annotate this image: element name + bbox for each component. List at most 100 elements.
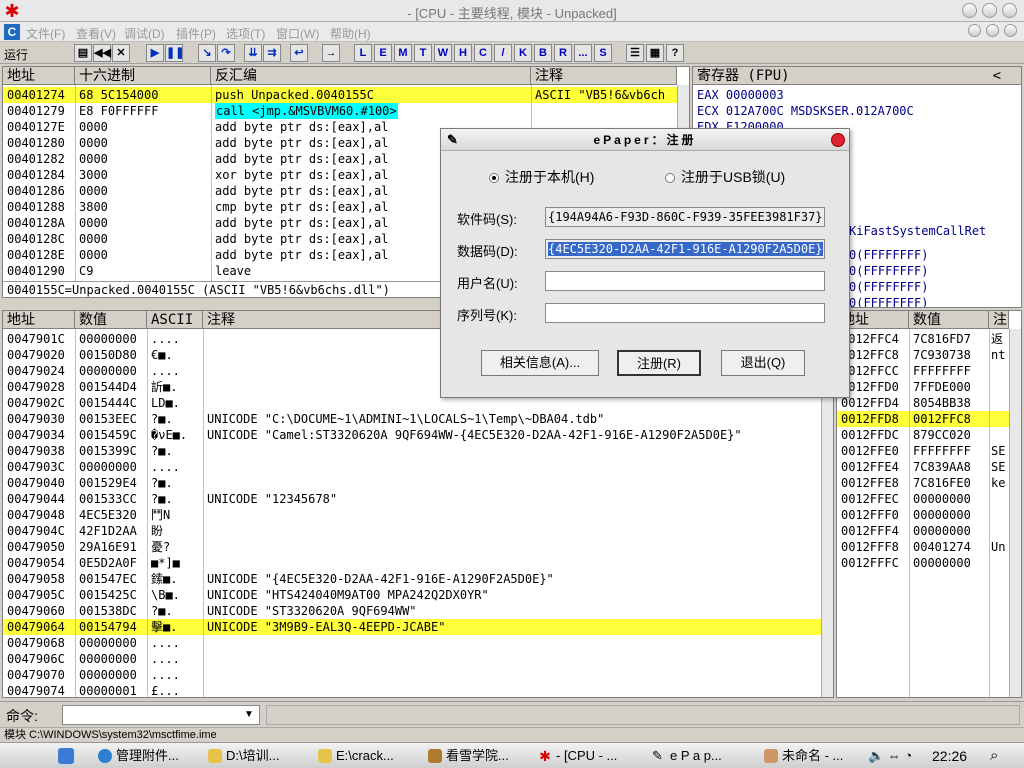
radio-register-usb[interactable]: 注册于USB锁(U) xyxy=(665,167,785,187)
dump-row[interactable]: 00479064 00154794 擊■. UNICODE "3M9B9-EAL3Q-… xyxy=(3,619,821,635)
dialog-title-bar[interactable]: ✎ ePaper：注册 xyxy=(441,129,849,151)
dump-row[interactable]: 00479058 001547EC 鎍■. UNICODE "{4EC5E320-D2… xyxy=(3,571,821,587)
collapse-icon[interactable]: < xyxy=(993,68,1001,84)
source-button[interactable]: S xyxy=(594,44,612,62)
log-window-button[interactable]: L xyxy=(354,44,372,62)
stack-scrollbar[interactable] xyxy=(1009,329,1021,697)
step-into-icon[interactable]: ↘ xyxy=(198,44,216,62)
col-header-comment[interactable]: 注释 xyxy=(531,67,677,85)
child-minimize-button[interactable] xyxy=(968,24,981,37)
stack-row[interactable]: 0012FFF8 00401274 Un xyxy=(837,539,1009,555)
exit-button[interactable]: 退出(Q) xyxy=(721,350,805,376)
data-code-field[interactable]: {4EC5E320-D2AA-42F1-916E-A1290F2A5D0E} xyxy=(545,239,825,259)
call-stack-button[interactable]: K xyxy=(514,44,532,62)
col-header-disasm[interactable]: 反汇编 xyxy=(211,67,531,85)
dump-row[interactable]: 0047906C 00000000.... xyxy=(3,651,821,667)
stack-row[interactable]: 0012FFD8 0012FFC8 xyxy=(837,411,1009,427)
dump-row[interactable]: 00479050 29A16E91 憂? xyxy=(3,539,821,555)
close-icon[interactable]: ✕ xyxy=(112,44,130,62)
threads-window-button[interactable]: T xyxy=(414,44,432,62)
dump-row[interactable]: 00479068 00000000.... xyxy=(3,635,821,651)
menu-help[interactable]: 帮助(H) xyxy=(330,25,371,42)
col-header-address[interactable]: 地址 xyxy=(3,311,75,329)
finder-icon[interactable] xyxy=(58,748,74,764)
pause-icon[interactable]: ❚❚ xyxy=(165,44,184,62)
stack-row[interactable]: 0012FFD0 7FFDE000 xyxy=(837,379,1009,395)
references-button[interactable]: R xyxy=(554,44,572,62)
task-attachments[interactable]: 管理附件... xyxy=(96,746,186,766)
memory-window-button[interactable]: M xyxy=(394,44,412,62)
cpu-window-button[interactable]: C xyxy=(474,44,492,62)
chevron-down-icon[interactable]: ▼ xyxy=(244,709,254,720)
modules-window-button[interactable]: E xyxy=(374,44,392,62)
goto-icon[interactable]: → xyxy=(322,44,340,62)
task-paint[interactable]: 未命名 - ... xyxy=(762,746,858,766)
col-header-comment[interactable]: 注 xyxy=(989,311,1009,329)
stack-row[interactable]: 0012FFF0 00000000 xyxy=(837,507,1009,523)
dump-row[interactable]: 00479030 00153EEC ?■. UNICODE "C:\DOCUME~1\… xyxy=(3,411,821,427)
dump-row[interactable]: 0047904C 42F1D2AA 盼 xyxy=(3,523,821,539)
task-epaper[interactable]: ✎ e P a p... xyxy=(650,746,750,766)
task-cpu[interactable]: ✱ - [CPU - ... xyxy=(536,746,636,766)
serial-input[interactable] xyxy=(545,303,825,323)
execute-till-return-icon[interactable]: ↩ xyxy=(290,44,308,62)
col-header-hex[interactable]: 十六进制 xyxy=(75,67,211,85)
dump-row[interactable]: 00479034 0015459C �νE■. UNICODE "Camel:ST33… xyxy=(3,427,821,443)
disasm-row[interactable]: 00401279 E8 F0FFFFFF call <jmp.&MSVBVM60.#… xyxy=(3,103,677,119)
register-eax[interactable]: EAX 00000003 xyxy=(693,87,784,103)
menu-debug[interactable]: 调试(D) xyxy=(124,25,165,42)
menu-window[interactable]: 窗口(W) xyxy=(276,25,319,42)
run-icon[interactable]: ▶ xyxy=(146,44,164,62)
stack-pane[interactable]: 地址 数值 注 0012FFC4 7C816FD7 返 0012FFC8 7C93073… xyxy=(836,310,1022,698)
dump-row[interactable]: 00479060 001538DC ?■. UNICODE "ST3320620A 9… xyxy=(3,603,821,619)
dump-row[interactable]: 0047905C 0015425C \B■. UNICODE "HTS424040M9… xyxy=(3,587,821,603)
col-header-value[interactable]: 数值 xyxy=(909,311,989,329)
patches-window-button[interactable]: / xyxy=(494,44,512,62)
col-header-value[interactable]: 数值 xyxy=(75,311,147,329)
dump-row[interactable]: 0047903C 00000000.... xyxy=(3,459,821,475)
handles-window-button[interactable]: H xyxy=(454,44,472,62)
username-input[interactable] xyxy=(545,271,825,291)
register-button[interactable]: 注册(R) xyxy=(617,350,701,376)
close-button[interactable] xyxy=(1002,3,1017,18)
stack-row[interactable]: 0012FFDC 879CC020 xyxy=(837,427,1009,443)
windows-window-button[interactable]: W xyxy=(434,44,452,62)
trace-into-icon[interactable]: ⇊ xyxy=(244,44,262,62)
stack-row[interactable]: 0012FFFC 00000000 xyxy=(837,555,1009,571)
cpu-window-icon[interactable]: C xyxy=(4,24,20,40)
child-close-button[interactable] xyxy=(1004,24,1017,37)
task-folder-d[interactable]: D:\培训... xyxy=(206,746,306,766)
stack-row[interactable]: 0012FFD4 8054BB38 xyxy=(837,395,1009,411)
menu-options[interactable]: 选项(T) xyxy=(226,25,265,42)
menu-plugins[interactable]: 插件(P) xyxy=(176,25,216,42)
grid-icon[interactable]: ▦ xyxy=(646,44,664,62)
stack-row[interactable]: 0012FFEC 00000000 xyxy=(837,491,1009,507)
stack-row[interactable]: 0012FFC4 7C816FD7 返 xyxy=(837,331,1009,347)
open-icon[interactable]: ▤ xyxy=(74,44,92,62)
step-over-icon[interactable]: ↷ xyxy=(217,44,235,62)
trace-over-icon[interactable]: ⇉ xyxy=(263,44,281,62)
dump-row[interactable]: 00479044 001533CC ?■. UNICODE "12345678" xyxy=(3,491,821,507)
command-input[interactable] xyxy=(62,705,260,725)
dump-row[interactable]: 00479038 0015399C ?■. xyxy=(3,443,821,459)
menu-view[interactable]: 查看(V) xyxy=(76,25,116,42)
run-trace-button[interactable]: ... xyxy=(574,44,592,62)
minimize-button[interactable] xyxy=(962,3,977,18)
list-icon[interactable]: ☰ xyxy=(626,44,644,62)
rewind-icon[interactable]: ◀◀ xyxy=(93,44,111,62)
stack-row[interactable]: 0012FFF4 00000000 xyxy=(837,523,1009,539)
disasm-row[interactable]: 00401274 68 5C154000 push Unpacked.0040155… xyxy=(3,87,677,103)
help-icon[interactable]: ? xyxy=(666,44,684,62)
menu-file[interactable]: 文件(F) xyxy=(26,25,65,42)
dump-row[interactable]: 00479040 001529E4 ?■. xyxy=(3,475,821,491)
dialog-close-button[interactable] xyxy=(831,133,845,147)
software-code-field[interactable]: {194A94A6-F93D-860C-F939-35FEE3981F37} xyxy=(545,207,825,227)
breakpoints-button[interactable]: B xyxy=(534,44,552,62)
dump-row[interactable]: 00479048 4EC5E320 鬥N xyxy=(3,507,821,523)
dump-row[interactable]: 00479054 0E5D2A0F ■*]■ xyxy=(3,555,821,571)
stack-row[interactable]: 0012FFCC FFFFFFFF xyxy=(837,363,1009,379)
register-ecx[interactable]: ECX 012A700C MSDSKSER.012A700C xyxy=(693,103,914,119)
dump-row[interactable]: 00479070 00000000.... xyxy=(3,667,821,683)
maximize-button[interactable] xyxy=(982,3,997,18)
col-header-address[interactable]: 地址 xyxy=(3,67,75,85)
